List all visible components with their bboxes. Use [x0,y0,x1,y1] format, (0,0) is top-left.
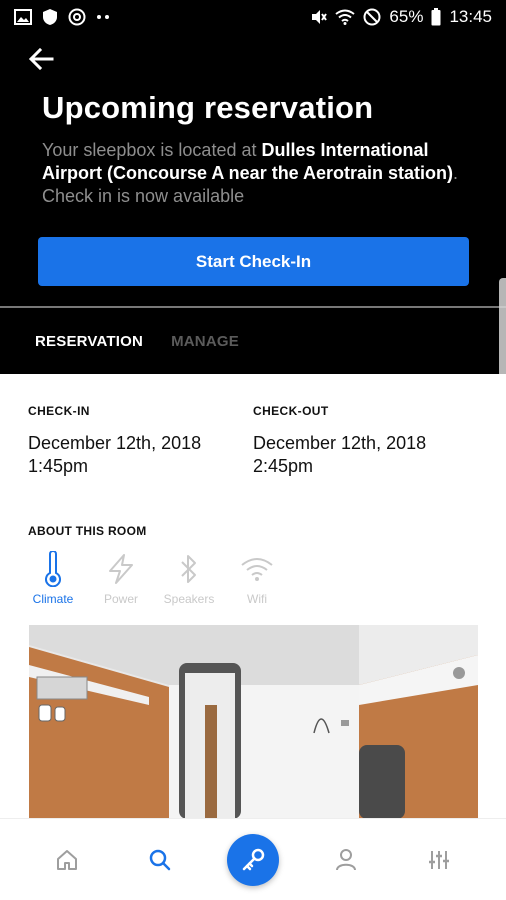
reservation-header: Upcoming reservation Your sleepbox is lo… [0,34,506,306]
nav-settings[interactable] [409,830,469,890]
amenities-list: Climate Power Speakers Wifi [28,550,282,606]
arrow-left-icon [28,48,54,70]
bottom-navigation [0,818,506,900]
status-bar: 65% 13:45 [0,0,506,34]
tab-reservation[interactable]: RESERVATION [35,333,143,350]
amenity-climate[interactable]: Climate [28,550,78,606]
person-icon [336,848,357,870]
sliders-icon [429,850,450,869]
checkout-value: December 12th, 2018 2:45pm [253,432,426,478]
checkin-block: CHECK-IN December 12th, 2018 1:45pm [28,404,201,478]
room-photo [29,625,478,819]
amenity-label: Speakers [163,592,215,606]
checkin-label: CHECK-IN [28,404,90,418]
lightning-icon [106,550,136,588]
home-icon [56,849,77,870]
checkout-date: December 12th, 2018 [253,433,427,453]
search-icon [149,849,171,870]
nav-search[interactable] [130,830,190,890]
status-left [14,8,110,26]
wifi-icon [240,550,274,588]
dnd-icon [363,8,381,26]
amenity-label: Wifi [247,592,267,606]
status-right: 65% 13:45 [309,7,492,27]
battery-percent: 65% [389,7,424,26]
amenity-speakers[interactable]: Speakers [164,550,214,606]
clock: 13:45 [449,7,492,26]
shield-icon [42,8,58,26]
amenity-power[interactable]: Power [96,550,146,606]
at-icon [68,8,86,26]
nav-home[interactable] [37,830,97,890]
checkin-value: December 12th, 2018 1:45pm [28,432,201,478]
wifi-icon [335,9,356,25]
checkout-block: CHECK-OUT December 12th, 2018 2:45pm [253,404,426,478]
tab-manage[interactable]: MANAGE [171,333,239,350]
checkin-date: December 12th, 2018 [28,433,202,453]
nav-profile[interactable] [316,830,376,890]
about-room-title: ABOUT THIS ROOM [28,524,147,538]
key-button[interactable] [226,833,279,886]
battery-icon [431,8,441,26]
amenity-label: Power [103,592,138,606]
tab-bar: RESERVATION MANAGE [0,308,506,374]
dots-icon [96,14,110,20]
back-button[interactable] [24,42,58,76]
nav-key[interactable] [223,830,283,890]
amenity-label: Climate [32,592,74,606]
location-description: Your sleepbox is located at Dulles Inter… [42,139,472,208]
page-title: Upcoming reservation [42,90,374,125]
desc-prefix: Your sleepbox is located at [42,140,262,160]
checkout-time: 2:45pm [253,456,314,476]
thermometer-icon [43,550,63,588]
bluetooth-icon [179,550,199,588]
checkout-label: CHECK-OUT [253,404,329,418]
reservation-content: CHECK-IN December 12th, 2018 1:45pm CHEC… [0,374,506,819]
mute-icon [309,8,328,26]
start-checkin-button[interactable]: Start Check-In [38,237,469,286]
key-icon [242,848,265,870]
checkin-time: 1:45pm [28,456,89,476]
image-icon [14,9,32,25]
amenity-wifi[interactable]: Wifi [232,550,282,606]
